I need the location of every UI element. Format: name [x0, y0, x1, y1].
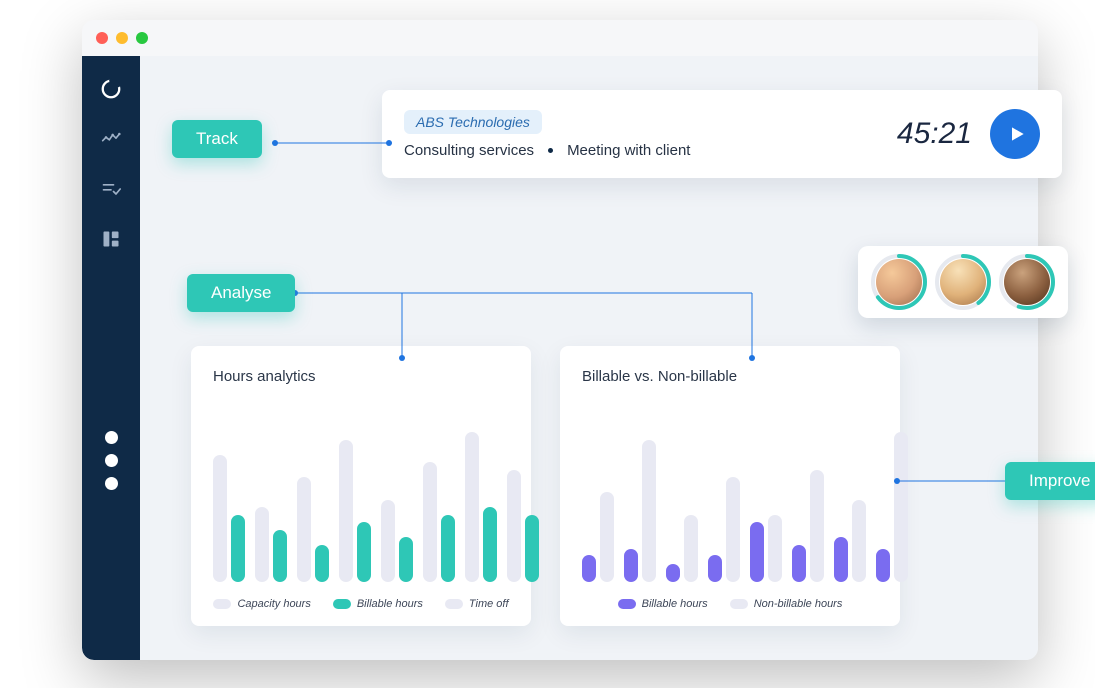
avatar[interactable]: [871, 254, 927, 310]
legend-label: Billable hours: [357, 598, 423, 610]
tag-improve: Improve: [1005, 462, 1095, 500]
timer-task: Meeting with client: [567, 142, 690, 159]
tasks-icon[interactable]: [100, 178, 122, 200]
sidebar-more-dots[interactable]: [105, 431, 118, 490]
tag-label: Track: [196, 129, 238, 148]
chart-body: [213, 401, 509, 582]
team-avatars-card: [858, 246, 1068, 318]
chart-title: Billable vs. Non-billable: [582, 368, 878, 385]
chart-legend: Capacity hours Billable hours Time off: [213, 598, 509, 610]
chart-billable-nonbillable: Billable vs. Non-billable Billable hours…: [560, 346, 900, 626]
separator-icon: [548, 148, 553, 153]
window-titlebar: [82, 20, 1038, 56]
legend-label: Capacity hours: [237, 598, 310, 610]
avatar[interactable]: [999, 254, 1055, 310]
chart-body: [582, 401, 878, 582]
legend-label: Billable hours: [642, 598, 708, 610]
project-chip[interactable]: ABS Technologies: [404, 110, 542, 134]
chart-hours-analytics: Hours analytics Capacity hours Billable …: [191, 346, 531, 626]
tag-analyse: Analyse: [187, 274, 295, 312]
dashboard-icon[interactable]: [100, 228, 122, 250]
tag-label: Analyse: [211, 283, 271, 302]
legend-label: Time off: [469, 598, 509, 610]
window-close-icon[interactable]: [96, 32, 108, 44]
window-minimize-icon[interactable]: [116, 32, 128, 44]
chart-title: Hours analytics: [213, 368, 509, 385]
timer-card: ABS Technologies Consulting services Mee…: [382, 90, 1062, 178]
chart-legend: Billable hours Non-billable hours: [582, 598, 878, 610]
logo-icon: [100, 78, 122, 100]
timer-category: Consulting services: [404, 142, 534, 159]
activity-icon[interactable]: [100, 128, 122, 150]
play-button[interactable]: [990, 109, 1040, 159]
tag-label: Improve: [1029, 471, 1090, 490]
avatar[interactable]: [935, 254, 991, 310]
sidebar: [82, 56, 140, 660]
legend-label: Non-billable hours: [754, 598, 843, 610]
timer-elapsed: 45:21: [897, 117, 972, 151]
tag-track: Track: [172, 120, 262, 158]
app-window: Track ABS Technologies Consulting servic…: [82, 20, 1038, 660]
window-maximize-icon[interactable]: [136, 32, 148, 44]
